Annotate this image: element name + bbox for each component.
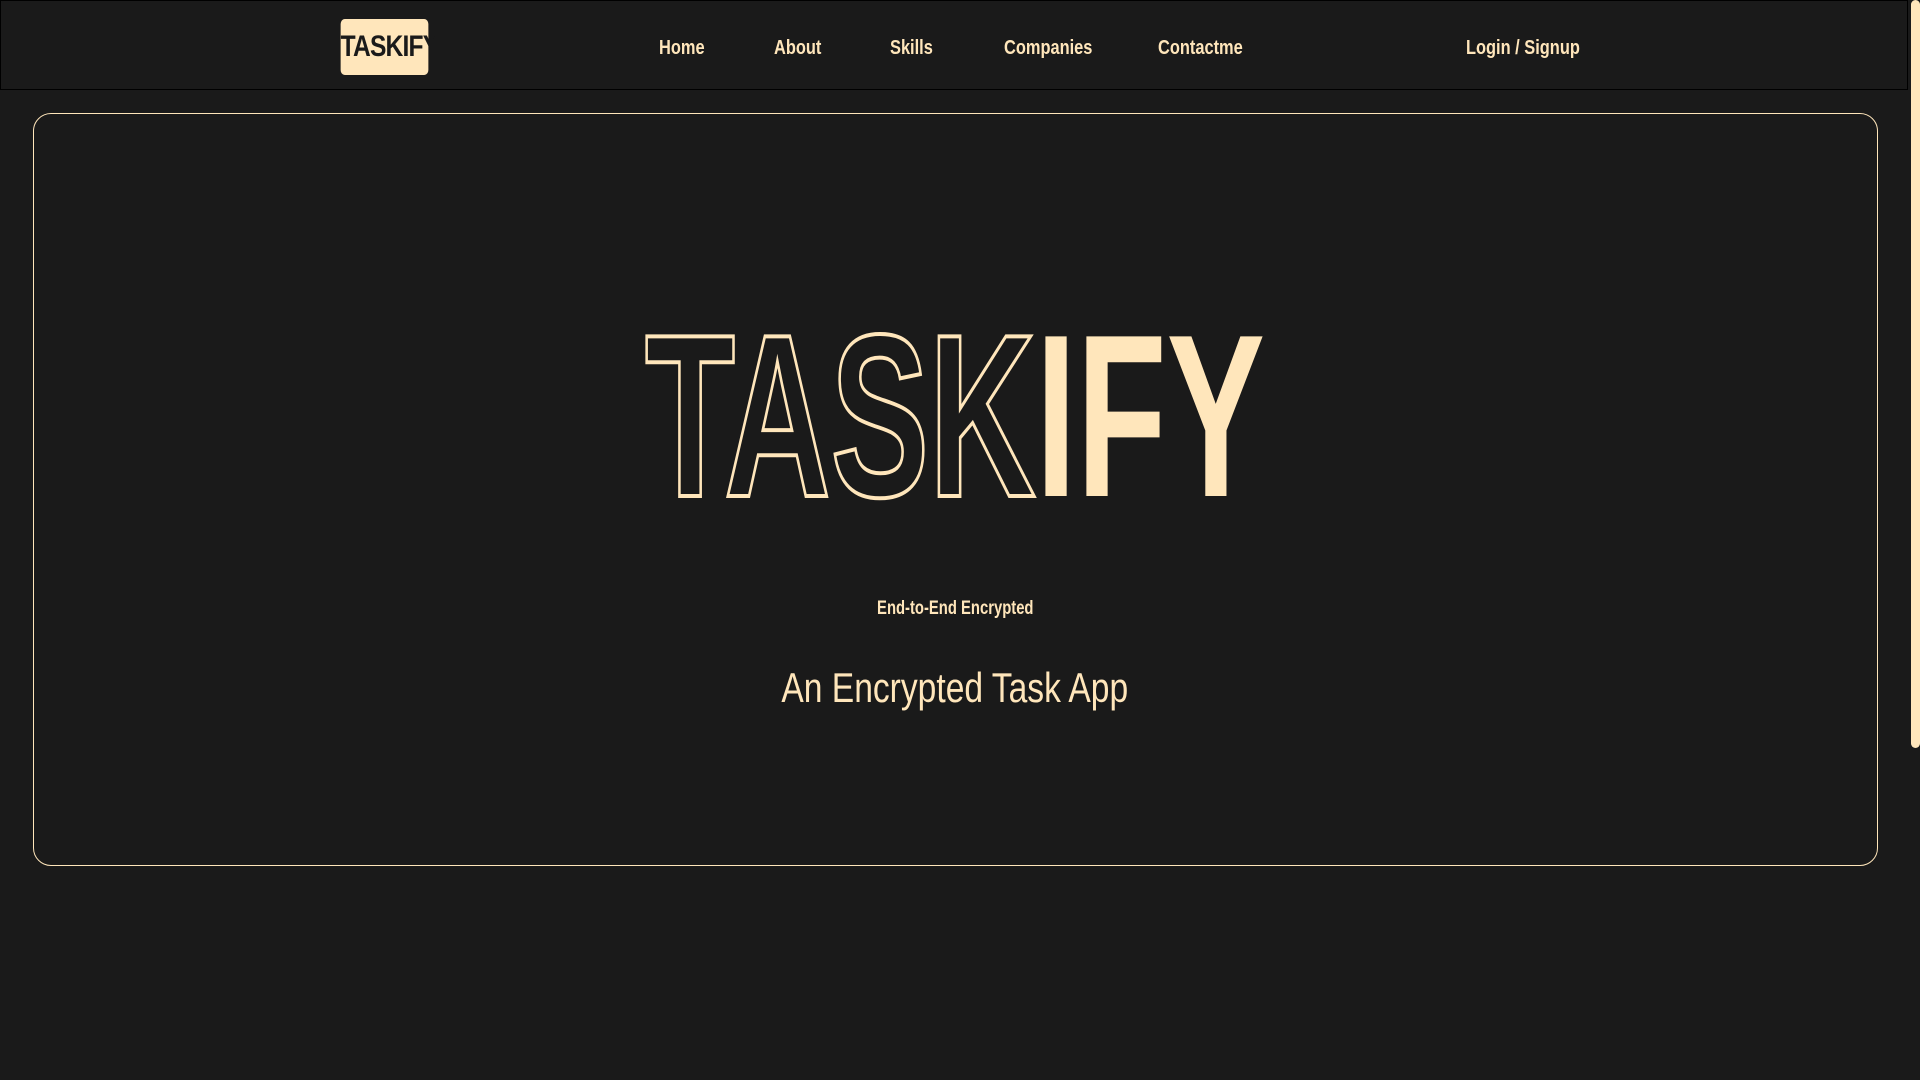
svg-text:TASKIFY: TASKIFY <box>645 300 1265 520</box>
hero-title-filled: IFY <box>1036 300 1265 520</box>
top-navbar: TASKIFY Home About Skills Companies Cont… <box>0 0 1908 90</box>
page: TASKIFY Home About Skills Companies Cont… <box>0 0 1920 1080</box>
nav-link-companies[interactable]: Companies <box>1004 33 1092 63</box>
scrollbar-thumb[interactable] <box>1911 0 1920 748</box>
nav-link-about[interactable]: About <box>774 33 821 63</box>
nav-link-home[interactable]: Home <box>659 33 705 63</box>
tagline-label: End-to-End Encrypted <box>876 598 1034 619</box>
hero-subtitle: An Encrypted Task App <box>0 660 1910 716</box>
login-signup-link[interactable]: Login / Signup <box>1466 33 1580 63</box>
hero-title-outline: TASK <box>645 300 1036 520</box>
tagline-text: End-to-End Encrypted <box>0 594 1910 624</box>
nav-link-skills[interactable]: Skills <box>890 33 933 63</box>
hero-subtitle-label: An Encrypted Task App <box>781 664 1129 711</box>
logo-button[interactable]: TASKIFY <box>340 19 439 75</box>
nav-link-contactme[interactable]: Contactme <box>1158 33 1243 63</box>
vertical-scrollbar[interactable] <box>1908 0 1920 1080</box>
hero-title: TASKIFY <box>0 300 1920 520</box>
